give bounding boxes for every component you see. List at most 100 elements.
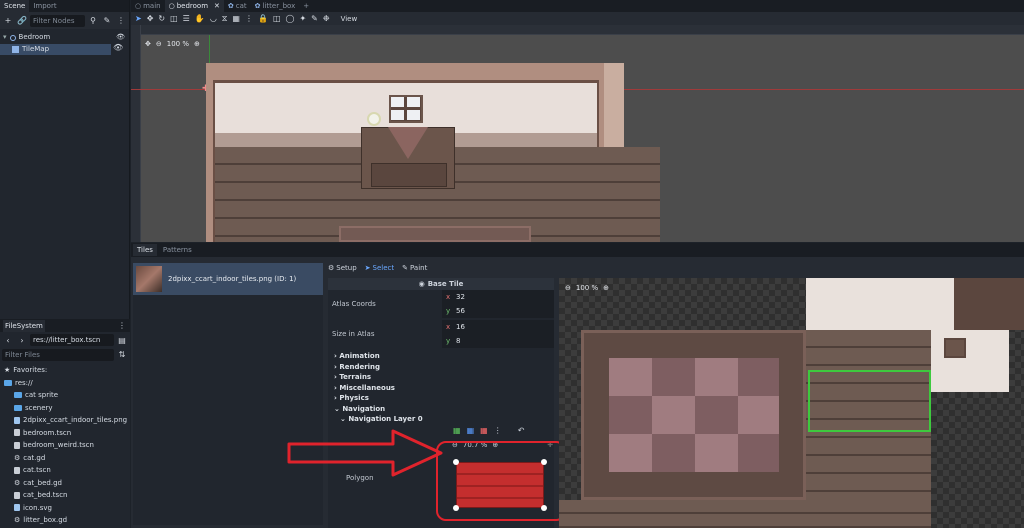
more-icon[interactable]: ⋮ (245, 14, 253, 23)
scene-tab-cat[interactable]: ✿ cat (224, 0, 251, 12)
path-field[interactable]: res://litter_box.tscn (30, 334, 114, 346)
file-item[interactable]: ⚙ litter_box.gd (0, 514, 130, 527)
edit-points-icon[interactable]: ▦ (467, 426, 475, 435)
filter-files-input[interactable]: Filter Files (2, 348, 114, 361)
split-view-icon[interactable]: ▤ (116, 334, 128, 346)
collapse-icon[interactable]: ▾ (3, 32, 7, 43)
view-menu[interactable]: View (341, 15, 358, 23)
tree-item-bedroom[interactable]: ▾ Bedroom 👁 (0, 32, 129, 43)
character-icon: ✿ (254, 2, 261, 10)
zoom-out-icon[interactable]: ⊖ (565, 284, 571, 292)
folder-icon (4, 379, 12, 386)
file-item[interactable]: bedroom_weird.tscn (0, 439, 130, 452)
section-animation[interactable]: › Animation (328, 351, 554, 362)
atlas-coords-y[interactable]: y 56 (442, 304, 554, 318)
file-item[interactable]: bedroom.tscn (0, 427, 130, 440)
select-arrow-icon: ➤ (364, 264, 371, 272)
file-item-label: res:// (15, 378, 33, 387)
scene-viewport[interactable]: ✥ ⊖ 100 % ⊕ ✚ (131, 25, 1024, 242)
create-polygon-icon[interactable]: ▦ (453, 426, 461, 435)
menu-icon[interactable]: ⋮ (118, 321, 126, 330)
undo-icon[interactable]: ↶ (518, 426, 525, 435)
preview-icon[interactable]: ❉ (323, 14, 330, 23)
filter-nodes-input[interactable]: Filter Nodes (30, 14, 85, 27)
file-item[interactable]: scenery (0, 402, 130, 415)
tile-mode-bar: ⚙ Setup ➤ Select ✎ Paint (328, 264, 427, 272)
file-item[interactable]: ★ Favorites: (0, 364, 130, 377)
scene-tab-litter-box[interactable]: ✿ litter_box (251, 0, 300, 12)
dresser-drawers (371, 163, 447, 187)
atlas-coords-x[interactable]: x 32 (442, 290, 554, 304)
file-item[interactable]: res:// (0, 377, 130, 390)
tab-import[interactable]: Import (29, 0, 60, 12)
move-tool-icon[interactable]: ✥ (147, 14, 154, 23)
pan-tool-icon[interactable]: ✋ (195, 14, 205, 23)
group-icon[interactable]: ◫ (273, 14, 281, 23)
add-tab-icon[interactable]: + (299, 0, 313, 12)
menu-icon[interactable]: ⋮ (115, 15, 127, 27)
link-icon[interactable]: 🔗 (16, 15, 28, 27)
atlas-view[interactable]: ⊖ 100 % ⊕ (559, 278, 1024, 528)
size-in-atlas-y[interactable]: y8 (442, 334, 554, 348)
close-tab-icon[interactable]: ✕ (214, 0, 220, 12)
section-physics[interactable]: › Physics (328, 393, 554, 404)
rotate-tool-icon[interactable]: ↻ (158, 14, 165, 23)
folder-icon (14, 392, 22, 399)
delete-points-icon[interactable]: ▦ (480, 426, 488, 435)
tab-filesystem[interactable]: FileSystem (3, 319, 45, 332)
section-terrains[interactable]: › Terrains (328, 372, 554, 383)
ruler-tool-icon[interactable]: ◡ (210, 14, 217, 23)
back-icon[interactable]: ‹ (2, 334, 14, 346)
pan-icon[interactable]: ✥ (145, 40, 151, 48)
script-file-icon: ⚙ (14, 453, 21, 462)
section-miscellaneous[interactable]: › Miscellaneous (328, 383, 554, 394)
file-item[interactable]: icon.svg (0, 502, 130, 515)
tree-item-tilemap[interactable]: TileMap (0, 44, 111, 55)
zoom-out-icon[interactable]: ⊖ (156, 40, 162, 48)
flower-pot (367, 112, 381, 126)
mode-select[interactable]: ➤ Select (365, 264, 394, 272)
file-item[interactable]: 2dpixx_ccart_indoor_tiles.png (0, 414, 130, 427)
tab-scene[interactable]: Scene (0, 0, 30, 12)
size-in-atlas-x[interactable]: x 16 (442, 320, 554, 334)
forward-icon[interactable]: › (16, 334, 28, 346)
file-item[interactable]: cat.tscn (0, 464, 130, 477)
selected-tile-outline[interactable] (808, 370, 931, 432)
scale-tool-icon[interactable]: ◫ (170, 14, 178, 23)
zoom-in-icon[interactable]: ⊕ (194, 40, 200, 48)
scene-tab-bedroom[interactable]: ○ bedroom ✕ (164, 0, 224, 12)
section-navigation-layer[interactable]: ⌄ Navigation Layer 0 (328, 414, 554, 425)
visibility-eye-icon[interactable]: 👁 (113, 43, 123, 52)
mode-paint[interactable]: ✎ Paint (402, 264, 427, 272)
scene-tab-main[interactable]: ○ main (131, 0, 165, 12)
file-item[interactable]: cat_bed.tscn (0, 489, 130, 502)
grid-snap-icon[interactable]: ▦ (232, 14, 240, 23)
script-icon[interactable]: ✎ (101, 15, 113, 27)
tile-source-item[interactable]: 2dpixx_ccart_indoor_tiles.png (ID: 1) (133, 263, 323, 295)
tab-tiles[interactable]: Tiles (133, 244, 157, 256)
more-icon[interactable]: ⋮ (494, 426, 502, 435)
mode-setup[interactable]: ⚙ Setup (328, 264, 357, 272)
skeleton-icon[interactable]: ✦ (299, 14, 306, 23)
zoom-in-icon[interactable]: ⊕ (603, 284, 609, 292)
bone-icon[interactable]: ◯ (286, 14, 295, 23)
smart-snap-icon[interactable]: ⧖ (222, 14, 228, 24)
add-node-icon[interactable]: + (2, 15, 14, 27)
select-tool-icon[interactable]: ➤ (135, 14, 142, 23)
camera-icon[interactable]: ✎ (311, 14, 318, 23)
search-icon[interactable]: ⚲ (87, 15, 99, 27)
sort-icon[interactable]: ⇅ (116, 349, 128, 361)
file-item[interactable]: cat sprite (0, 389, 130, 402)
filter-files-bar: Filter Files ⇅ (0, 348, 130, 361)
tab-patterns[interactable]: Patterns (159, 244, 196, 256)
tilemap-panel: Tiles Patterns 2dpixx_ccart_indoor_tiles… (131, 243, 1024, 528)
scene-file-icon (14, 429, 20, 437)
file-item[interactable]: ⚙ cat.gd (0, 452, 130, 465)
lock-icon[interactable]: 🔒 (258, 14, 268, 23)
file-item[interactable]: ⚙ cat_bed.gd (0, 477, 130, 490)
section-navigation[interactable]: ⌄ Navigation (328, 404, 554, 415)
table-cloth (388, 127, 428, 159)
list-tool-icon[interactable]: ☰ (183, 14, 190, 23)
visibility-eye-icon[interactable]: 👁 (116, 32, 125, 43)
section-rendering[interactable]: › Rendering (328, 362, 554, 373)
